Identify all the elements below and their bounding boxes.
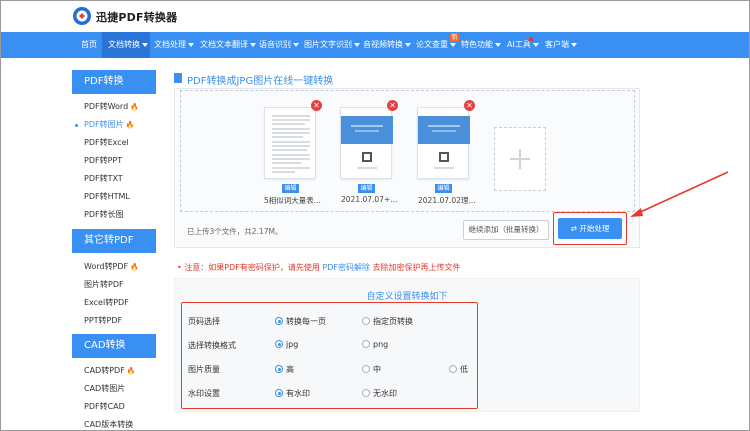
file-name: 5相似词大量表... <box>264 196 321 205</box>
radio-selected-icon <box>275 317 283 325</box>
format-label: 选择转换格式 <box>188 341 236 350</box>
caret-down-icon <box>142 42 148 47</box>
radio-selected-icon <box>275 389 283 397</box>
new-badge: 新 <box>450 33 459 42</box>
sidebar-item-pdf-to-image[interactable]: PDF转图片 🔥 <box>72 117 156 133</box>
sidebar-item-pdf-to-excel[interactable]: PDF转Excel <box>72 135 156 151</box>
nav-speech[interactable]: 语音识别 <box>259 32 299 58</box>
main-nav: 首页 文档转换 文档处理 文档文本翻译 语音识别 图片文字识别 音视频转换 论文… <box>0 32 750 58</box>
radio-selected-icon <box>275 365 283 373</box>
sidebar-section-other-to-pdf[interactable]: 其它转PDF <box>72 229 156 253</box>
pdf-unlock-link[interactable]: PDF密码解除 <box>322 263 370 272</box>
document-icon <box>174 73 182 83</box>
radio-icon <box>362 340 370 348</box>
caret-down-icon <box>293 42 299 47</box>
logo-icon[interactable] <box>72 6 92 26</box>
sidebar-item-pdf-to-long-image[interactable]: PDF转长图 <box>72 207 156 223</box>
nav-av-convert[interactable]: 音视频转换 <box>363 32 411 58</box>
cover-page-preview <box>418 116 470 169</box>
option-watermark-on[interactable]: 有水印 <box>275 388 310 399</box>
file-name: 2021.07.07+... <box>341 195 398 204</box>
sidebar-item-pdf-to-word[interactable]: PDF转Word 🔥 <box>72 99 156 115</box>
option-quality-medium[interactable]: 中 <box>362 364 381 375</box>
option-specific-pages[interactable]: 指定页转换 <box>362 316 413 327</box>
nav-ocr[interactable]: 图片文字识别 <box>304 32 360 58</box>
nav-doc-process[interactable]: 文档处理 <box>154 32 194 58</box>
sidebar-section-cad-convert[interactable]: CAD转换 <box>72 334 156 358</box>
active-dot-icon <box>75 124 78 127</box>
option-all-pages[interactable]: 转换每一页 <box>275 316 326 327</box>
nav-doc-translate[interactable]: 文档文本翻译 <box>200 32 256 58</box>
radio-icon <box>449 365 457 373</box>
option-quality-low[interactable]: 低 <box>449 364 468 375</box>
delete-icon[interactable]: ✕ <box>387 100 398 111</box>
file-thumbnail[interactable] <box>340 107 393 179</box>
sidebar-item-image-to-pdf[interactable]: 图片转PDF <box>72 277 156 293</box>
file-thumbnail[interactable] <box>417 107 470 179</box>
cover-page-preview <box>341 116 393 169</box>
sidebar-item-pdf-to-cad[interactable]: PDF转CAD <box>72 399 156 415</box>
sidebar-item-word-to-pdf[interactable]: Word转PDF 🔥 <box>72 259 156 275</box>
delete-icon[interactable]: ✕ <box>311 100 322 111</box>
caret-down-icon <box>571 42 577 47</box>
nav-client[interactable]: 客户端 <box>545 32 577 58</box>
upload-drop-zone[interactable] <box>180 90 635 212</box>
edit-button[interactable]: 编辑 <box>282 184 299 193</box>
file-name: 2021.07.02理... <box>418 196 476 205</box>
delete-icon[interactable]: ✕ <box>464 100 475 111</box>
fire-icon: 🔥 <box>130 103 139 111</box>
sidebar-item-pdf-to-ppt[interactable]: PDF转PPT <box>72 153 156 169</box>
nav-features[interactable]: 特色功能 <box>461 32 501 58</box>
hot-marker-icon <box>528 36 534 41</box>
nav-doc-convert[interactable]: 文档转换 <box>102 32 150 58</box>
continue-add-button[interactable]: 继续添加（批量转换） <box>463 220 549 240</box>
option-jpg[interactable]: jpg <box>275 340 298 349</box>
sidebar-item-cad-version[interactable]: CAD版本转换 <box>72 417 156 431</box>
page-title: PDF转换成JPG图片在线一键转换 <box>187 76 334 87</box>
caret-down-icon <box>354 42 360 47</box>
radio-icon <box>362 389 370 397</box>
start-process-button[interactable]: ⇄ 开始处理 <box>558 218 622 239</box>
caret-down-icon <box>532 42 539 47</box>
top-bar: 迅捷PDF转换器 <box>0 0 750 32</box>
password-notice: • 注意：如果PDF有密码保护，请先使用 PDF密码解除 去除加密保护再上传文件 <box>177 263 461 272</box>
option-quality-high[interactable]: 高 <box>275 364 294 375</box>
nav-home[interactable]: 首页 <box>76 32 102 58</box>
caret-down-icon <box>188 42 194 47</box>
text-page-preview <box>272 115 310 173</box>
caret-down-icon <box>495 42 501 47</box>
file-thumbnail[interactable] <box>264 107 316 179</box>
sidebar-item-pdf-to-txt[interactable]: PDF转TXT <box>72 171 156 187</box>
sidebar-item-excel-to-pdf[interactable]: Excel转PDF <box>72 295 156 311</box>
watermark-label: 水印设置 <box>188 389 220 398</box>
radio-icon <box>362 365 370 373</box>
sidebar-item-cad-to-image[interactable]: CAD转图片 <box>72 381 156 397</box>
nav-ai-tools[interactable]: AI工具 <box>507 32 539 58</box>
sidebar-item-pdf-to-html[interactable]: PDF转HTML <box>72 189 156 205</box>
plus-icon <box>519 149 521 169</box>
fire-icon: 🔥 <box>130 263 139 271</box>
quality-label: 图片质量 <box>188 365 220 374</box>
edit-button[interactable]: 编辑 <box>435 184 452 193</box>
settings-title: 自定义设置转换如下 <box>366 292 448 302</box>
sidebar-item-cad-to-pdf[interactable]: CAD转PDF 🔥 <box>72 363 156 379</box>
option-png[interactable]: png <box>362 340 388 349</box>
edit-button[interactable]: 编辑 <box>358 184 375 193</box>
fire-icon: 🔥 <box>125 121 135 129</box>
upload-summary: 已上传3个文件，共2.17M。 <box>187 227 283 236</box>
fire-icon: 🔥 <box>126 367 136 375</box>
sidebar-section-pdf-convert[interactable]: PDF转换 <box>72 70 156 94</box>
caret-down-icon <box>250 42 256 47</box>
radio-selected-icon <box>275 340 283 348</box>
option-watermark-off[interactable]: 无水印 <box>362 388 397 399</box>
caret-down-icon <box>405 42 411 47</box>
sidebar-item-ppt-to-pdf[interactable]: PPT转PDF <box>72 313 156 329</box>
settings-highlight <box>181 302 478 409</box>
page-selection-label: 页码选择 <box>188 317 220 326</box>
brand-name[interactable]: 迅捷PDF转换器 <box>96 9 177 25</box>
caret-down-icon <box>450 42 456 47</box>
radio-icon <box>362 317 370 325</box>
